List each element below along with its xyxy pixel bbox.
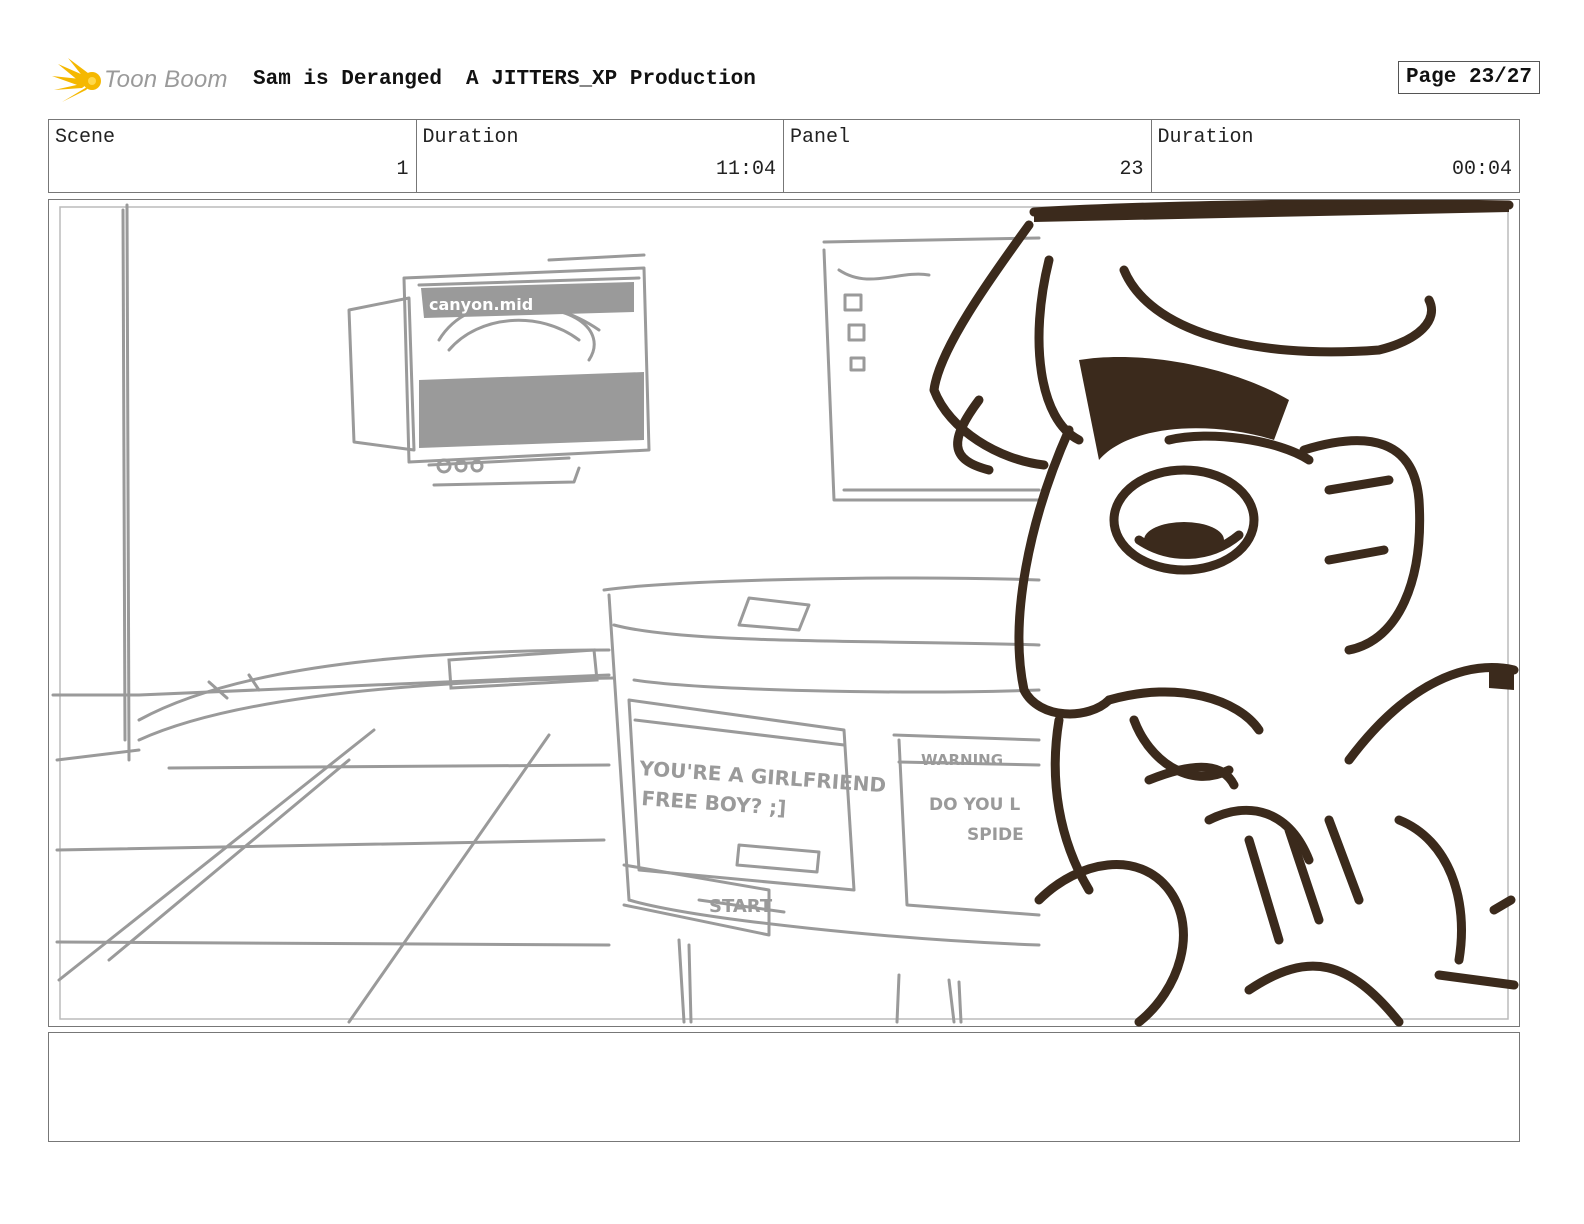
starburst-icon	[52, 58, 101, 102]
popup-text-line-2: FREE BOY? ;]	[641, 786, 787, 820]
panel-duration-cell: Duration 00:04	[1152, 120, 1520, 192]
panel-label: Panel	[790, 126, 851, 149]
production-name: A JITTERS_XP Production	[466, 68, 756, 91]
panel-sketch: canyon.mid YOU'RE A GIRLFRIEND FREE BOY?…	[51, 200, 1519, 1027]
panel-value: 23	[1119, 158, 1144, 181]
page-number: Page 23/27	[1397, 61, 1540, 94]
warning-body-line-1: DO YOU L	[929, 795, 1020, 815]
monitor-text: canyon.mid	[429, 295, 533, 314]
scene-duration-value: 11:04	[715, 158, 776, 181]
scene-label: Scene	[55, 126, 116, 149]
toon-boom-logo: Toon Boom	[50, 56, 245, 106]
panel-duration-label: Duration	[1157, 126, 1254, 149]
warning-body-line-2: SPIDE	[967, 825, 1024, 845]
page-header: Toon Boom Sam is Deranged A JITTERS_XP Pr…	[48, 56, 1540, 108]
panel-duration-value: 00:04	[1451, 158, 1512, 181]
panel-notes[interactable]	[48, 1032, 1520, 1142]
scene-duration-label: Duration	[422, 126, 519, 149]
scene-value: 1	[396, 158, 409, 181]
page-title: Sam is Deranged A JITTERS_XP Production	[253, 68, 756, 91]
scene-duration-cell: Duration 11:04	[417, 120, 784, 192]
logo-text: Toon Boom	[104, 66, 228, 93]
taskbar-start: START	[709, 896, 773, 917]
scene-cell: Scene 1	[49, 120, 417, 192]
warning-title: WARNING	[921, 751, 1003, 769]
scene-info-table: Scene 1 Duration 11:04 Panel 23 Duration…	[48, 119, 1520, 193]
panel-cell: Panel 23	[784, 120, 1152, 192]
storyboard-panel: canyon.mid YOU'RE A GIRLFRIEND FREE BOY?…	[48, 199, 1520, 1027]
project-title: Sam is Deranged	[253, 68, 443, 91]
